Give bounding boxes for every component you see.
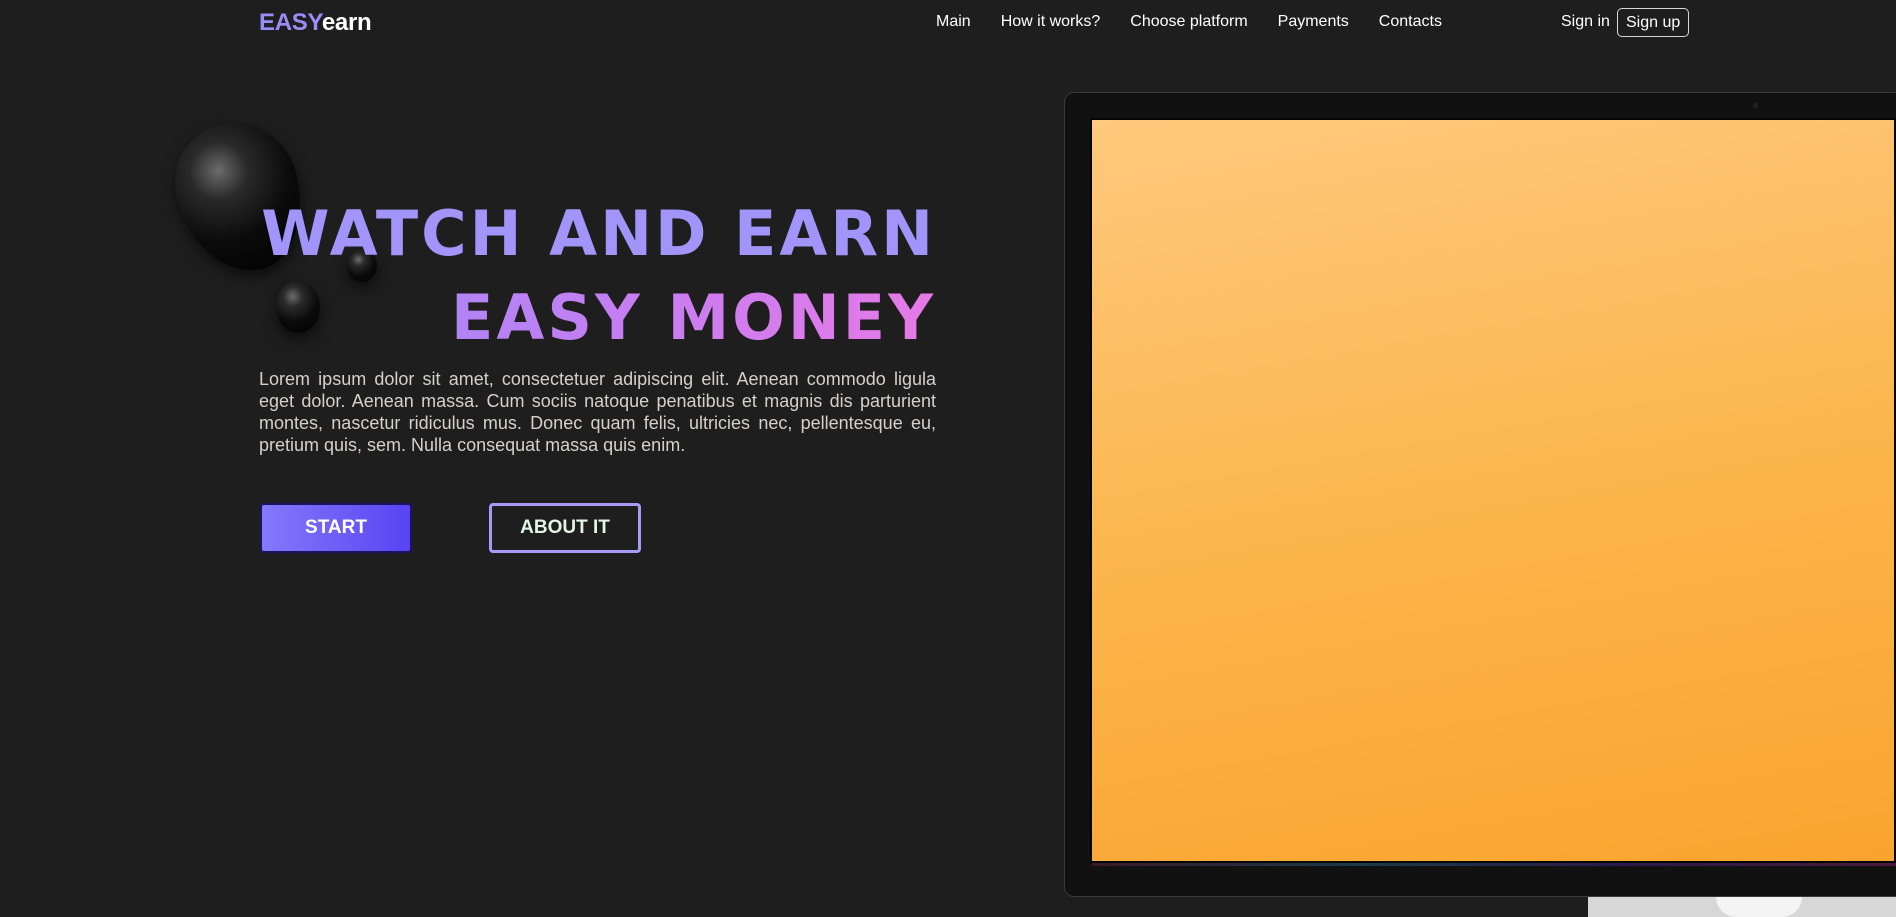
about-it-button[interactable]: ABOUT IT <box>489 503 641 553</box>
logo-part-earn: earn <box>321 9 372 36</box>
monitor-screen <box>1090 118 1896 863</box>
monitor-stand-knob <box>1716 897 1802 917</box>
hero-title: WATCH AND EARN EASY MONEY <box>259 192 936 360</box>
logo[interactable]: EASYearn <box>259 9 372 37</box>
sign-in-link[interactable]: Sign in <box>1561 13 1610 31</box>
hero-title-line-2: EASY MONEY <box>259 276 936 360</box>
nav-item-payments[interactable]: Payments <box>1278 13 1349 31</box>
monitor-screen-edge <box>1092 863 1896 866</box>
site-header: EASYearn Main How it works? Choose platf… <box>0 0 1896 46</box>
nav-item-choose-platform[interactable]: Choose platform <box>1130 13 1247 31</box>
nav-item-contacts[interactable]: Contacts <box>1379 13 1442 31</box>
nav-item-main[interactable]: Main <box>936 13 971 31</box>
monitor-camera <box>1753 103 1758 108</box>
start-button[interactable]: START <box>260 503 412 553</box>
hero-description: Lorem ipsum dolor sit amet, consectetuer… <box>259 369 936 455</box>
logo-part-easy: EASY <box>259 9 322 36</box>
nav-item-how-it-works[interactable]: How it works? <box>1001 13 1101 31</box>
hero-title-line-1: WATCH AND EARN <box>261 197 936 270</box>
main-nav: Main How it works? Choose platform Payme… <box>936 13 1472 31</box>
sign-up-button[interactable]: Sign up <box>1617 8 1690 37</box>
